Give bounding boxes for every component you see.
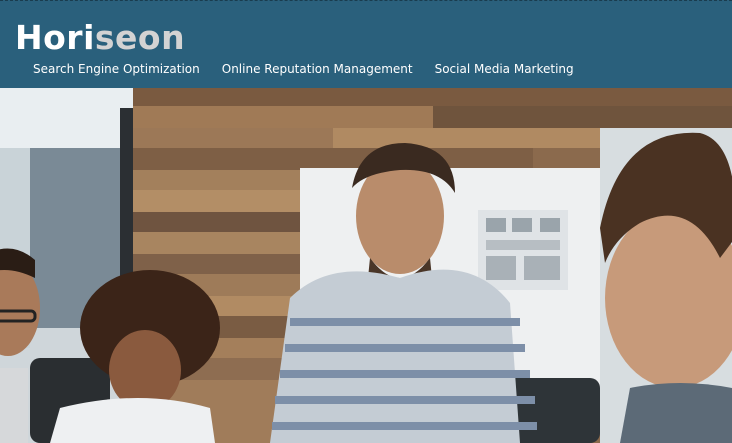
logo-text-accent: seon <box>94 18 186 57</box>
hero-photo-illustration <box>0 88 732 443</box>
nav-item-smm: Social Media Marketing <box>435 58 574 78</box>
site-header: Horiseon Search Engine Optimization Onli… <box>0 0 732 88</box>
logo-text-primary: Hori <box>15 18 95 57</box>
hero-image <box>0 88 732 443</box>
nav-link-seo[interactable]: Search Engine Optimization <box>33 62 200 76</box>
nav-link-orm[interactable]: Online Reputation Management <box>222 62 413 76</box>
nav-item-orm: Online Reputation Management <box>222 58 413 78</box>
main-nav: Search Engine Optimization Online Reputa… <box>0 58 574 78</box>
site-logo[interactable]: Horiseon <box>15 18 185 58</box>
nav-link-smm[interactable]: Social Media Marketing <box>435 62 574 76</box>
nav-item-seo: Search Engine Optimization <box>33 58 200 78</box>
